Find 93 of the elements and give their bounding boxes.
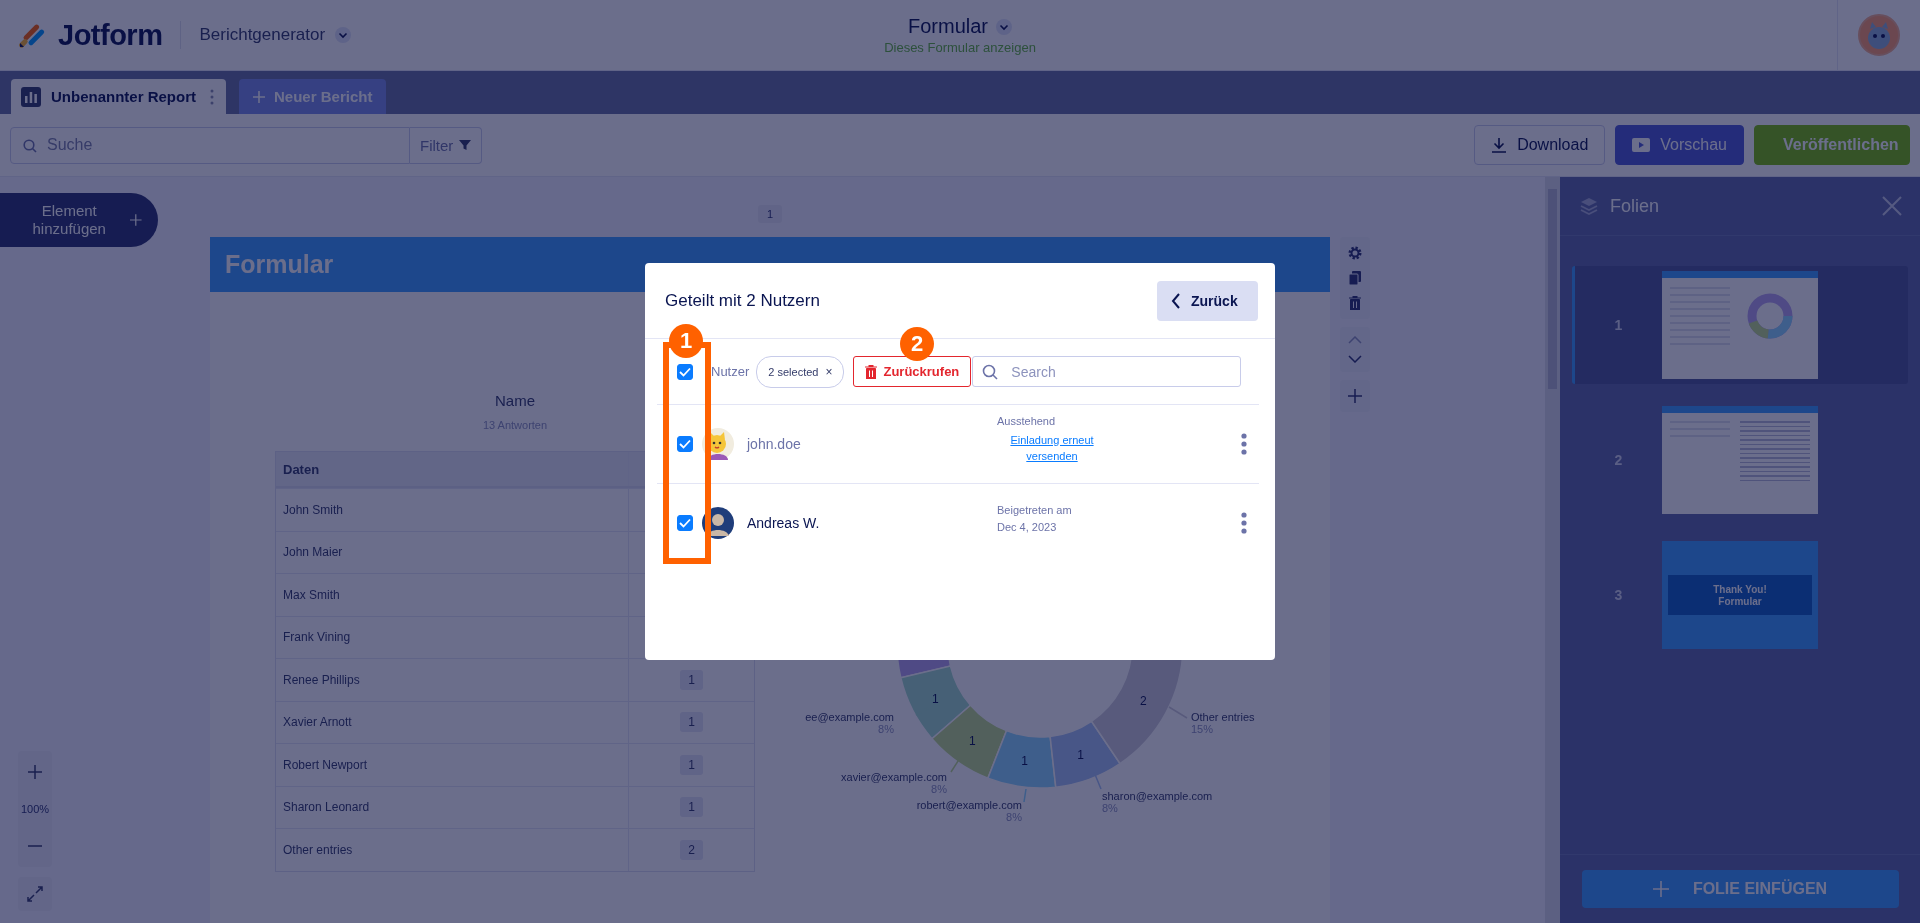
move-down-icon[interactable]	[1348, 355, 1362, 363]
count-badge: 1	[680, 712, 703, 733]
filter-button[interactable]: Filter	[410, 126, 483, 164]
caret-icon[interactable]	[335, 27, 352, 43]
status-text: Beigetreten am	[997, 503, 1072, 516]
add-icon[interactable]	[1348, 389, 1362, 403]
slice-label: xavier@example.com	[841, 771, 947, 783]
more-icon[interactable]	[1241, 433, 1247, 455]
play-icon	[1632, 138, 1651, 152]
dialog-title: Geteilt mit 2 Nutzern	[665, 290, 820, 311]
user-name: john.doe	[747, 436, 802, 452]
panel-title: Folien	[1610, 195, 1660, 217]
thumbnail-caption: Formular	[1718, 595, 1762, 607]
leader-line	[1023, 788, 1027, 803]
user-checkbox[interactable]	[677, 436, 693, 452]
slice-label: Other entries	[1191, 711, 1255, 723]
plus-icon	[130, 213, 142, 227]
clear-selection-button[interactable]: ×	[825, 364, 833, 379]
table-cell: Other entries	[276, 829, 629, 871]
caret-icon[interactable]	[996, 18, 1012, 35]
toolbar-button[interactable]: Download	[1474, 125, 1606, 165]
table-title: Name	[495, 392, 535, 409]
count-badge: 1	[680, 754, 703, 775]
add-slide-button[interactable]: FOLIE EINFÜGEN	[1581, 870, 1899, 908]
check-icon	[679, 518, 691, 528]
revoke-button[interactable]: Zurückrufen	[853, 356, 972, 387]
form-title[interactable]: Formular	[908, 15, 988, 38]
logo-text[interactable]: Jotform	[58, 18, 163, 52]
selection-chip: 2 selected ×	[756, 355, 845, 388]
back-button[interactable]: Zurück	[1157, 280, 1258, 321]
table-cell: John Smith	[276, 489, 629, 531]
slice-value: 2	[1140, 693, 1147, 708]
donut-slice	[987, 729, 1057, 789]
column-header: Daten	[276, 452, 629, 486]
count-badge: 1	[680, 797, 703, 818]
trash-icon	[865, 364, 878, 379]
table-cell: Robert Newport	[276, 744, 629, 786]
report-icon	[21, 86, 41, 107]
thumbnail-heading: Thank You!	[1713, 583, 1767, 595]
table-cell: Max Smith	[276, 574, 629, 616]
copy-icon[interactable]	[1349, 271, 1361, 285]
toolbar-button[interactable]: Vorschau	[1615, 125, 1744, 165]
search-icon	[982, 364, 999, 380]
slice-label: sharon@example.com	[1102, 790, 1213, 802]
table-cell: Sharon Leonard	[276, 786, 629, 828]
layers-icon	[1580, 197, 1598, 215]
check-icon	[679, 366, 691, 377]
table-cell: John Maier	[276, 531, 629, 573]
report-tab[interactable]: Unbenannter Report	[11, 79, 226, 114]
zoom-in-icon[interactable]	[28, 765, 42, 779]
user-checkbox[interactable]	[677, 515, 693, 531]
close-icon[interactable]	[1882, 196, 1902, 216]
status-text: Ausstehend	[997, 414, 1056, 427]
count-badge: 2	[680, 839, 703, 860]
column-label: Nutzer	[711, 364, 750, 379]
slice-label: ee@example.com	[805, 711, 894, 723]
settings-icon[interactable]	[1348, 246, 1362, 260]
plus-icon	[1652, 881, 1669, 897]
form-link[interactable]: Dieses Formular anzeigen	[884, 40, 1036, 55]
expand-icon	[27, 886, 43, 902]
delete-icon[interactable]	[1349, 296, 1361, 310]
slice-value: 1	[932, 691, 939, 706]
more-icon[interactable]	[1241, 512, 1247, 534]
joined-date: Dec 4, 2023	[997, 520, 1057, 533]
move-up-icon[interactable]	[1348, 336, 1362, 344]
toolbar-button[interactable]: Veröffentlichen	[1754, 125, 1910, 165]
check-icon	[679, 439, 691, 449]
scrollbar[interactable]	[1545, 177, 1560, 923]
zoom-level: 100%	[20, 803, 50, 815]
cat-avatar-icon	[702, 428, 734, 460]
count-badge: 1	[680, 669, 703, 690]
add-element-button[interactable]: Element hinzufügen	[0, 193, 158, 247]
slice-value: 1	[1077, 748, 1084, 763]
search-icon	[23, 138, 37, 153]
avatar-icon	[702, 507, 734, 539]
table-cell: Renee Phillips	[276, 659, 629, 701]
table-cell: Frank Vining	[276, 616, 629, 658]
funnel-icon	[459, 139, 472, 151]
resend-invite-link[interactable]: Einladung erneut versenden	[1002, 431, 1102, 464]
more-icon[interactable]	[210, 88, 214, 105]
search-field[interactable]: Search	[972, 356, 1241, 387]
slide-title: Formular	[225, 250, 334, 279]
user-name: Andreas W.	[747, 515, 821, 531]
plus-icon	[253, 90, 265, 103]
select-all-checkbox[interactable]	[677, 363, 693, 380]
slice-value: 1	[968, 734, 976, 748]
app-menu[interactable]: Berichtgenerator	[199, 25, 326, 45]
chevron-left-icon	[1171, 292, 1181, 309]
slice-label: robert@example.com	[916, 799, 1022, 811]
page-number: 1	[757, 205, 783, 223]
download-icon	[1491, 137, 1508, 153]
table-cell: Xavier Arnott	[276, 701, 629, 743]
slice-value: 1	[1021, 754, 1028, 769]
